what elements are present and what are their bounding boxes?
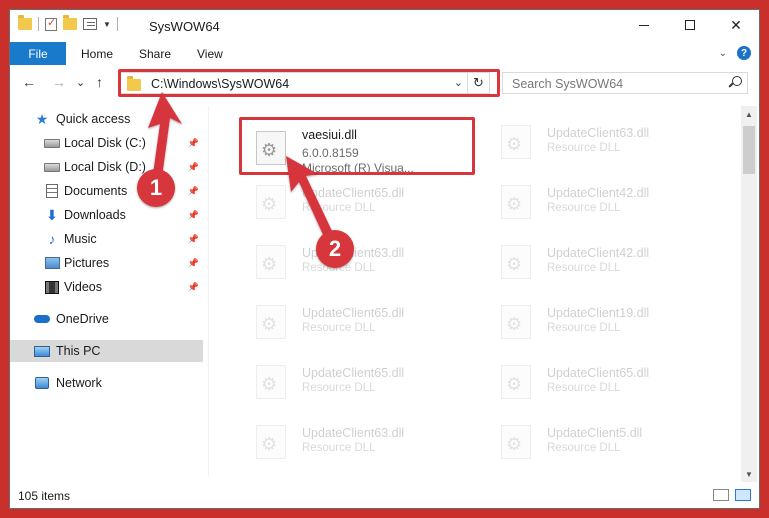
step-badge-2: 2 (316, 230, 354, 268)
annotation-arrow-1 (148, 92, 333, 239)
step-badge-1: 1 (137, 169, 175, 207)
